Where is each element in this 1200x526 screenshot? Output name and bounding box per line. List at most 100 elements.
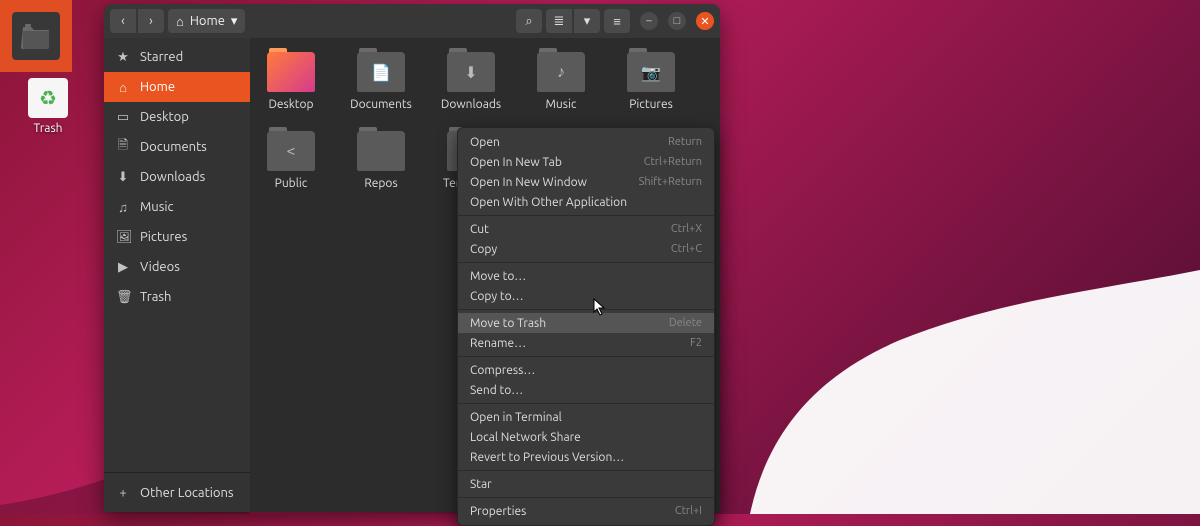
sidebar-other-locations[interactable]: + Other Locations: [104, 472, 250, 512]
path-label: Home: [190, 14, 225, 28]
sidebar-item-star[interactable]: ★Starred: [104, 42, 250, 72]
folder-documents[interactable]: 📄Documents: [350, 52, 412, 111]
menu-item-label: Open With Other Application: [470, 196, 627, 209]
menu-item-open-in-new-window[interactable]: Open In New WindowShift+Return: [458, 172, 714, 192]
menu-separator: [458, 470, 714, 471]
close-icon: ✕: [700, 15, 709, 28]
files-icon: [12, 12, 60, 60]
menu-item-move-to-trash[interactable]: Move to Trash Delete: [458, 313, 714, 333]
dock-files-launcher[interactable]: [0, 0, 72, 72]
menu-item-label: Rename…: [470, 337, 526, 350]
sidebar-item-label: Music: [140, 200, 174, 214]
menu-item-shortcut: Delete: [669, 317, 702, 329]
menu-item-label: Copy to…: [470, 290, 524, 303]
sidebar-item-downloads[interactable]: ⬇ Downloads: [104, 162, 250, 192]
menu-item-label: Properties: [470, 505, 526, 518]
downloads-icon: ⬇: [116, 170, 130, 185]
sidebar-item-label: Home: [140, 80, 175, 94]
sidebar-item-label: Documents: [140, 140, 207, 154]
menu-item-label: Copy: [470, 243, 497, 256]
folder-public[interactable]: <Public: [260, 131, 322, 192]
maximize-button[interactable]: □: [668, 12, 686, 30]
menu-separator: [458, 497, 714, 498]
menu-item-label: Open: [470, 136, 500, 149]
menu-item-cut[interactable]: CutCtrl+X: [458, 219, 714, 239]
chevron-left-icon: ‹: [121, 14, 125, 28]
menu-item-open-in-new-tab[interactable]: Open In New TabCtrl+Return: [458, 152, 714, 172]
dropdown-icon: ▾: [584, 14, 591, 29]
view-dropdown-button[interactable]: ▾: [574, 9, 600, 33]
list-icon: ≣: [554, 14, 565, 29]
menu-item-send-to[interactable]: Send to…: [458, 380, 714, 400]
menu-item-label: Move to Trash: [470, 317, 546, 330]
menu-item-label: Star: [470, 478, 492, 491]
menu-item-copy[interactable]: CopyCtrl+C: [458, 239, 714, 259]
menu-item-label: Compress…: [470, 364, 535, 377]
folder-icon: [357, 131, 405, 171]
path-bar[interactable]: ⌂ Home ▾: [168, 9, 245, 33]
path-dropdown-icon: ▾: [231, 14, 238, 29]
sidebar-item-desktop[interactable]: ▭Desktop: [104, 102, 250, 132]
music-icon: ♫: [116, 200, 130, 215]
sidebar-item-home[interactable]: ⌂Home: [104, 72, 250, 102]
back-button[interactable]: ‹: [110, 9, 136, 33]
menu-item-star[interactable]: Star: [458, 474, 714, 494]
context-menu: OpenReturnOpen In New TabCtrl+ReturnOpen…: [457, 127, 715, 526]
maximize-icon: □: [674, 15, 681, 27]
view-list-button[interactable]: ≣: [546, 9, 572, 33]
menu-item-properties[interactable]: PropertiesCtrl+I: [458, 501, 714, 521]
menu-item-compress[interactable]: Compress…: [458, 360, 714, 380]
search-button[interactable]: ⌕: [516, 9, 542, 33]
sidebar-item-trash[interactable]: 🗑 Trash: [104, 282, 250, 312]
folder-icon: [267, 52, 315, 92]
menu-separator: [458, 309, 714, 310]
menu-separator: [458, 215, 714, 216]
sidebar-item-pictures[interactable]: 🖼Pictures: [104, 222, 250, 252]
trash-icon: 🗑: [116, 290, 130, 305]
menu-item-open-with-other-application[interactable]: Open With Other Application: [458, 192, 714, 212]
menu-icon: ≡: [613, 14, 621, 29]
menu-item-open-in-terminal[interactable]: Open in Terminal: [458, 407, 714, 427]
menu-item-rename[interactable]: Rename…F2: [458, 333, 714, 353]
menu-item-local-network-share[interactable]: Local Network Share: [458, 427, 714, 447]
menu-item-shortcut: Ctrl+Return: [644, 156, 702, 168]
sidebar-item-label: Downloads: [140, 170, 205, 184]
folder-desktop[interactable]: Desktop: [260, 52, 322, 111]
folder-label: Downloads: [440, 98, 502, 111]
minimize-button[interactable]: –: [640, 12, 658, 30]
menu-item-label: Cut: [470, 223, 489, 236]
sidebar-item-label: Other Locations: [140, 486, 234, 500]
folder-icon: 📄: [357, 52, 405, 92]
folder-label: Music: [530, 98, 592, 111]
menu-item-label: Move to…: [470, 270, 526, 283]
documents-icon: 🗎: [116, 136, 130, 158]
sidebar-item-videos[interactable]: ▶Videos: [104, 252, 250, 282]
search-icon: ⌕: [525, 14, 532, 29]
folder-music[interactable]: ♪Music: [530, 52, 592, 111]
sidebar-item-music[interactable]: ♫ Music: [104, 192, 250, 222]
menu-item-move-to[interactable]: Move to…: [458, 266, 714, 286]
menu-item-open[interactable]: Open Return: [458, 132, 714, 152]
menu-item-copy-to[interactable]: Copy to…: [458, 286, 714, 306]
close-button[interactable]: ✕: [696, 12, 714, 30]
forward-button[interactable]: ›: [138, 9, 164, 33]
folder-pictures[interactable]: 📷Pictures: [620, 52, 682, 111]
sidebar-item-label: Videos: [140, 260, 180, 274]
hamburger-button[interactable]: ≡: [604, 9, 630, 33]
folder-downloads[interactable]: ⬇Downloads: [440, 52, 502, 111]
menu-item-shortcut: Return: [668, 136, 702, 148]
sidebar-item-documents[interactable]: 🗎 Documents: [104, 132, 250, 162]
trash-icon: ♻: [28, 78, 68, 118]
minimize-icon: –: [646, 15, 651, 27]
folder-label: Public: [260, 177, 322, 190]
sidebar-item-label: Trash: [140, 290, 171, 304]
menu-item-revert-to-previous-version[interactable]: Revert to Previous Version…: [458, 447, 714, 467]
folder-repos[interactable]: Repos: [350, 131, 412, 192]
menu-item-label: Local Network Share: [470, 431, 581, 444]
sidebar-item-label: Starred: [140, 50, 183, 64]
menu-item-label: Revert to Previous Version…: [470, 451, 624, 464]
desktop-trash-label: Trash: [24, 122, 72, 135]
desktop-trash[interactable]: ♻ Trash: [24, 78, 72, 135]
menu-item-label: Open in Terminal: [470, 411, 562, 424]
plus-icon: +: [116, 486, 130, 500]
